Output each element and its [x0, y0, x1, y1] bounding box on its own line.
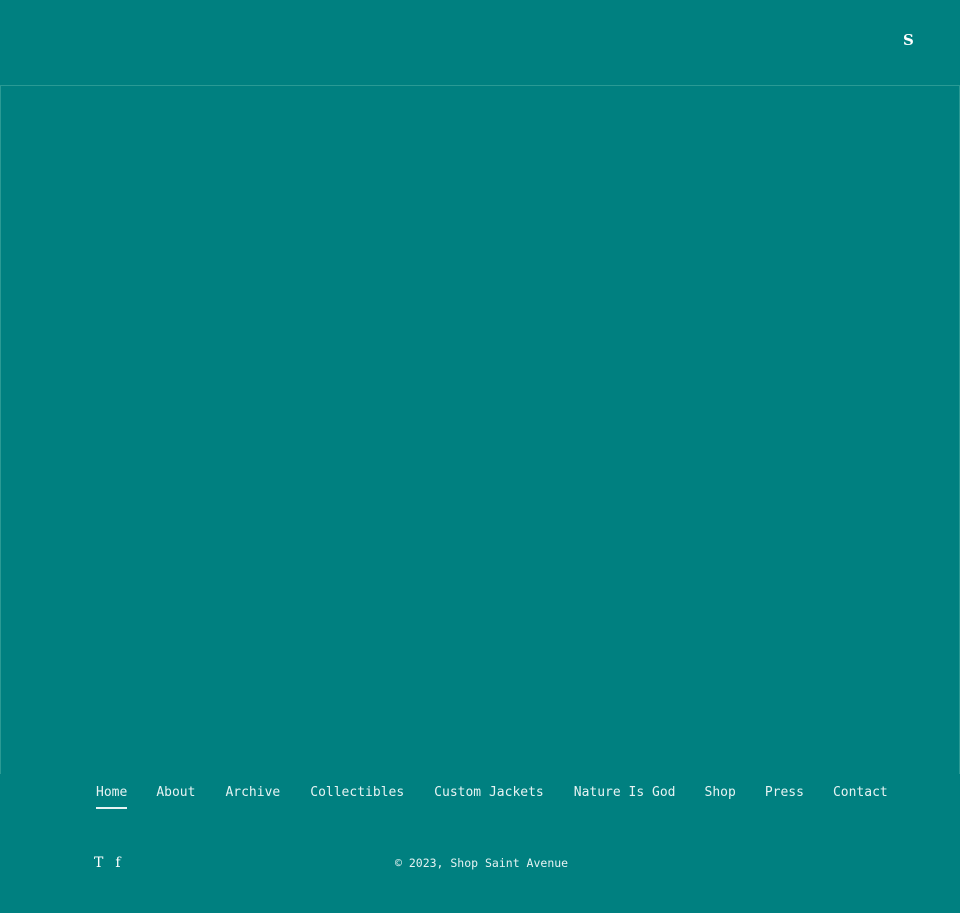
footer-nav-collectibles[interactable]: Collectibles: [310, 785, 404, 809]
footer-nav-press[interactable]: Press: [765, 785, 804, 809]
footer-nav-about[interactable]: About: [156, 785, 195, 809]
footer-nav: Home About Archive Collectibles Custom J…: [96, 785, 888, 809]
copyright-text: © 2023, Shop Saint Avenue: [395, 856, 569, 870]
shop-logo-icon[interactable]: S: [903, 31, 914, 49]
footer-nav-home[interactable]: Home: [96, 785, 128, 809]
main-content: [0, 86, 960, 774]
twitter-icon[interactable]: T: [94, 855, 103, 871]
footer-nav-contact[interactable]: Contact: [833, 785, 888, 809]
footer-nav-nature-is-god[interactable]: Nature Is God: [574, 785, 676, 809]
social-links: T f: [94, 855, 121, 871]
site-header: S: [0, 0, 960, 86]
footer-nav-shop[interactable]: Shop: [705, 785, 736, 809]
footer-nav-archive[interactable]: Archive: [225, 785, 280, 809]
facebook-icon[interactable]: f: [115, 855, 120, 871]
footer-nav-custom-jackets[interactable]: Custom Jackets: [434, 785, 544, 809]
